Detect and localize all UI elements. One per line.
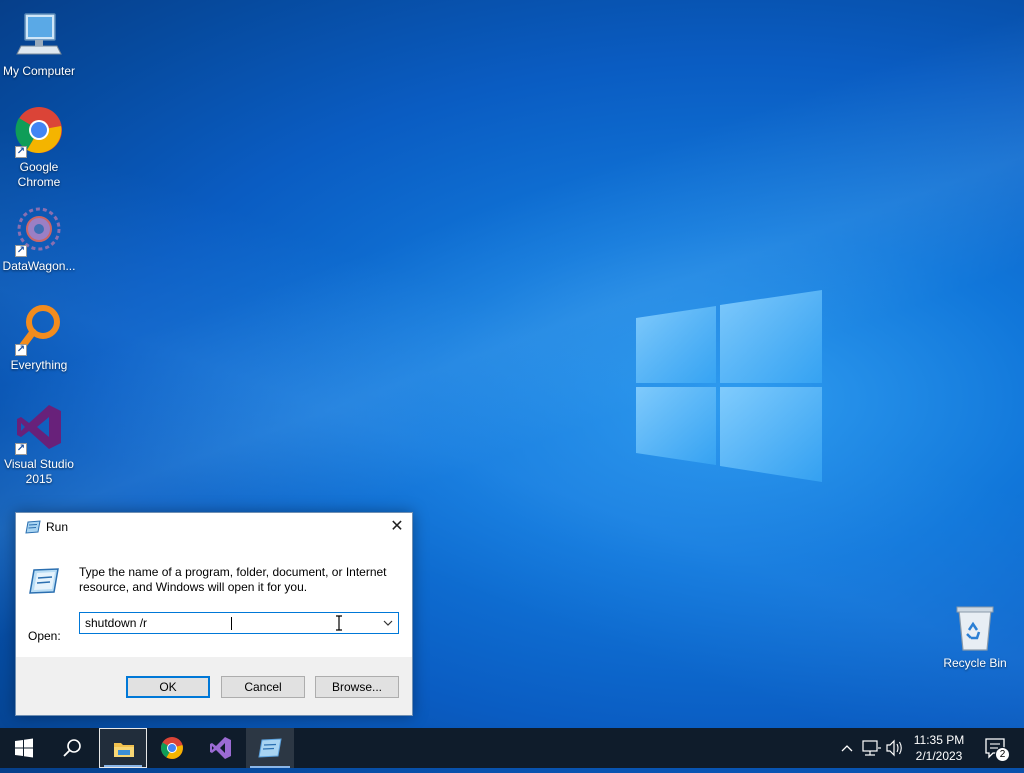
- desktop-icon-label: My Computer: [2, 64, 76, 78]
- notification-count-badge: 2: [995, 747, 1010, 762]
- desktop-icon-google-chrome[interactable]: ↗ Google Chrome: [0, 106, 78, 190]
- taskbar: 11:35 PM 2/1/2023 2: [0, 728, 1024, 768]
- chrome-icon: [161, 737, 183, 759]
- taskbar-run[interactable]: [246, 728, 294, 768]
- desktop-icon-everything[interactable]: ↗ Everything: [0, 304, 78, 373]
- start-button[interactable]: [0, 728, 48, 768]
- file-explorer-icon: [114, 743, 134, 757]
- desktop-icon-label: Visual Studio 2015: [4, 457, 74, 486]
- shortcut-arrow-icon: ↗: [15, 443, 27, 455]
- datawagon-icon: ↗: [13, 205, 65, 257]
- shortcut-arrow-icon: ↗: [15, 146, 27, 158]
- desktop-icon-visual-studio[interactable]: ↗ Visual Studio 2015: [0, 403, 78, 487]
- run-dialog-title: Run: [46, 520, 69, 534]
- visual-studio-icon: ↗: [13, 403, 65, 455]
- run-dialog-titlebar[interactable]: Run ✕: [16, 513, 412, 541]
- desktop-icon-label: DataWagon...: [2, 259, 76, 273]
- shortcut-arrow-icon: ↗: [15, 344, 27, 356]
- start-icon: [15, 738, 33, 758]
- shortcut-arrow-icon: ↗: [15, 245, 27, 257]
- run-dialog: Run ✕ Type the name of a program, folder…: [15, 512, 413, 716]
- open-combobox[interactable]: [79, 612, 399, 634]
- show-hidden-icons-button[interactable]: [838, 728, 856, 768]
- run-dialog-body: Type the name of a program, folder, docu…: [16, 541, 412, 657]
- running-indicator: [104, 765, 142, 767]
- close-icon: ✕: [390, 518, 404, 535]
- clock-time: 11:35 PM: [913, 733, 965, 747]
- search-button[interactable]: [48, 728, 96, 768]
- desktop-icon-label: Everything: [10, 358, 68, 372]
- chevron-up-icon: [841, 745, 853, 752]
- action-center-button[interactable]: 2: [980, 728, 1016, 768]
- run-program-icon: [28, 567, 60, 595]
- network-tray-button[interactable]: [860, 728, 882, 768]
- recycle-bin-icon: [949, 602, 1001, 654]
- visual-studio-icon: [210, 737, 231, 759]
- everything-search-icon: ↗: [13, 304, 65, 356]
- search-icon: [63, 739, 81, 757]
- open-label: Open:: [28, 629, 61, 643]
- run-description: Type the name of a program, folder, docu…: [79, 565, 387, 594]
- dropdown-button[interactable]: [378, 613, 398, 633]
- taskbar-clock[interactable]: 11:35 PM 2/1/2023: [906, 732, 972, 764]
- desktop-icon-my-computer[interactable]: My Computer: [0, 10, 78, 79]
- run-icon: [258, 738, 282, 758]
- open-command-input[interactable]: [80, 613, 376, 633]
- volume-tray-button[interactable]: [884, 728, 904, 768]
- network-icon: [862, 740, 881, 756]
- run-icon: [25, 520, 41, 534]
- desktop-icon-datawagon[interactable]: ↗ DataWagon...: [0, 205, 78, 274]
- wallpaper-windows-logo: [636, 290, 826, 482]
- cancel-button[interactable]: Cancel: [221, 676, 305, 698]
- ibeam-cursor-icon: [335, 615, 343, 631]
- chrome-icon: ↗: [13, 106, 65, 158]
- taskbar-file-explorer[interactable]: [99, 728, 147, 768]
- speaker-icon: [886, 739, 902, 757]
- browse-button[interactable]: Browse...: [315, 676, 399, 698]
- taskbar-visual-studio[interactable]: [197, 728, 245, 768]
- computer-icon: [13, 10, 65, 62]
- text-caret: [231, 617, 232, 630]
- close-button[interactable]: ✕: [382, 513, 412, 541]
- desktop-icon-label: Recycle Bin: [943, 656, 1007, 670]
- desktop-icon-label: Google Chrome: [17, 160, 61, 189]
- desktop-icon-recycle-bin[interactable]: Recycle Bin: [936, 602, 1014, 671]
- clock-date: 2/1/2023: [915, 749, 963, 763]
- taskbar-chrome[interactable]: [148, 728, 196, 768]
- run-dialog-footer: OK Cancel Browse...: [16, 657, 412, 715]
- chevron-down-icon: [383, 620, 393, 626]
- ok-button[interactable]: OK: [126, 676, 210, 698]
